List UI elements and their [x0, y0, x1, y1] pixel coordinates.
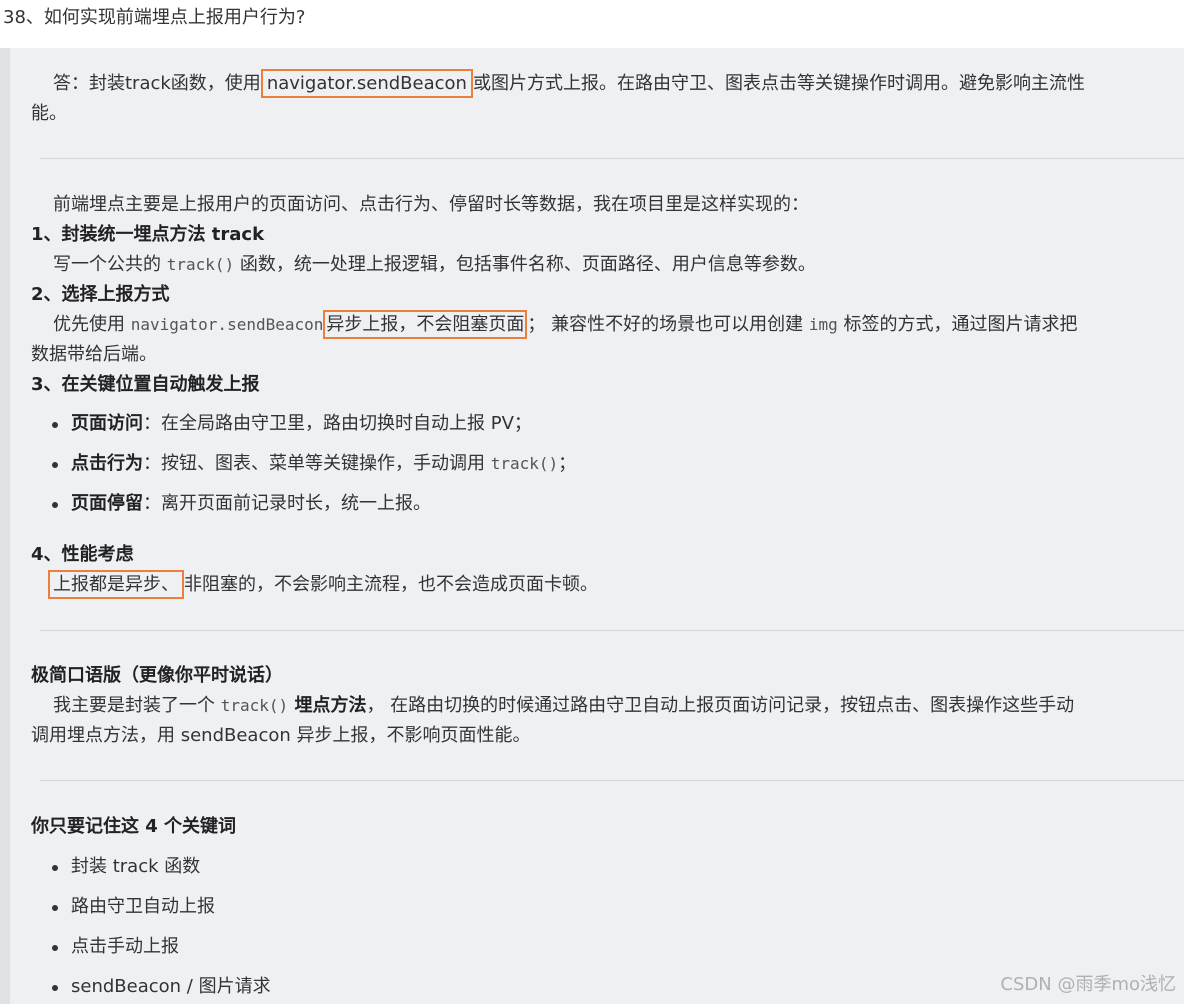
step-4-text: 上报都是异步、 非阻塞的，不会影响主流程，也不会造成页面卡顿。 — [48, 570, 598, 599]
list-item: 点击行为：按钮、图表、菜单等关键操作，手动调用 track()； — [31, 450, 576, 478]
list-item-bold: 页面停留 — [71, 493, 143, 514]
list-item-bold: 页面访问 — [71, 413, 143, 434]
step-2-b: ； 兼容性不好的场景也可以用创建 — [527, 314, 809, 335]
list-item-text: ：离开页面前记录时长，统一上报。 — [143, 493, 431, 514]
oral-text-cont: 调用埋点方法，用 sendBeacon 异步上报，不影响页面性能。 — [31, 725, 531, 746]
step-2-a: 优先使用 — [53, 314, 131, 335]
keyword-item: 封装 track 函数 — [31, 853, 271, 881]
highlight-box: 上报都是异步、 — [48, 570, 184, 599]
list-item-text: ：在全局路由守卫里，路由切换时自动上报 PV； — [143, 413, 532, 434]
keyword-item: 路由守卫自动上报 — [31, 893, 271, 921]
heading-4: 4、性能考虑 — [31, 544, 134, 565]
step-1-a: 写一个公共的 — [53, 254, 167, 275]
inline-code: track() — [490, 454, 559, 473]
answer-line-1: 答：封装track函数，使用 navigator.sendBeacon 或图片方式上… — [53, 69, 1085, 98]
heading-2: 2、选择上报方式 — [31, 284, 170, 305]
answer-text-cont: 或图片方式上报。在路由守卫、图表点击等关键操作时调用。避免影响主流性 — [472, 73, 1085, 94]
question-title: 38、如何实现前端埋点上报用户行为? — [3, 7, 306, 28]
highlight-box: 异步上报，不会阻塞页面 — [323, 310, 528, 339]
inline-code: navigator.sendBeacon — [130, 315, 324, 334]
list-item-bold: 点击行为 — [71, 453, 143, 474]
divider — [40, 780, 1184, 781]
list-item: 页面停留：离开页面前记录时长，统一上报。 — [31, 490, 576, 518]
step-2-c: 标签的方式，通过图片请求把 — [837, 314, 1078, 335]
oral-heading: 极简口语版（更像你平时说话） — [31, 665, 283, 686]
highlight-box: navigator.sendBeacon — [260, 69, 473, 98]
step-1-b: 函数，统一处理上报逻辑，包括事件名称、页面路径、用户信息等参数。 — [234, 254, 816, 275]
divider — [40, 630, 1184, 631]
divider — [40, 158, 1184, 159]
oral-text: 我主要是封装了一个 track() 埋点方法， 在路由切换的时候通过路由守卫自动… — [53, 692, 1074, 720]
inline-code: img — [808, 315, 838, 334]
oral-a: 我主要是封装了一个 — [53, 695, 221, 716]
list-item-end: ； — [558, 453, 577, 474]
answer-line-2: 能。 — [31, 103, 67, 124]
list-item: 页面访问：在全局路由守卫里，路由切换时自动上报 PV； — [31, 410, 576, 438]
heading-1: 1、封装统一埋点方法 track — [31, 224, 265, 245]
step-2-text: 优先使用 navigator.sendBeacon 异步上报，不会阻塞页面； 兼容… — [53, 310, 1078, 339]
oral-b: ， 在路由切换的时候通过路由守卫自动上报页面访问记录，按钮点击、图表操作这些手动 — [366, 695, 1075, 716]
step-2-text-cont: 数据带给后端。 — [31, 344, 157, 365]
heading-3: 3、在关键位置自动触发上报 — [31, 374, 260, 395]
trigger-list: 页面访问：在全局路由守卫里，路由切换时自动上报 PV； 点击行为：按钮、图表、菜… — [31, 410, 576, 518]
answer-text: 答：封装track函数，使用 — [53, 73, 261, 94]
inline-code: track() — [166, 255, 235, 274]
csdn-watermark: CSDN @雨季mo浅忆 — [1000, 974, 1176, 995]
keyword-item: 点击手动上报 — [31, 933, 271, 961]
keyword-item: sendBeacon / 图片请求 — [31, 973, 271, 1001]
oral-bold: 埋点方法 — [288, 695, 367, 716]
step-4-b: 非阻塞的，不会影响主流程，也不会造成页面卡顿。 — [184, 574, 598, 595]
intro-paragraph: 前端埋点主要是上报用户的页面访问、点击行为、停留时长等数据，我在项目里是这样实现… — [53, 194, 809, 215]
keywords-heading: 你只要记住这 4 个关键词 — [31, 816, 237, 837]
inline-code: track() — [220, 696, 289, 715]
list-item-text: ：按钮、图表、菜单等关键操作，手动调用 — [143, 453, 491, 474]
step-1-text: 写一个公共的 track() 函数，统一处理上报逻辑，包括事件名称、页面路径、用… — [53, 251, 816, 279]
answer-blockquote: 答：封装track函数，使用 navigator.sendBeacon 或图片方式上… — [0, 48, 1184, 1004]
keywords-list: 封装 track 函数 路由守卫自动上报 点击手动上报 sendBeacon /… — [31, 853, 271, 1001]
